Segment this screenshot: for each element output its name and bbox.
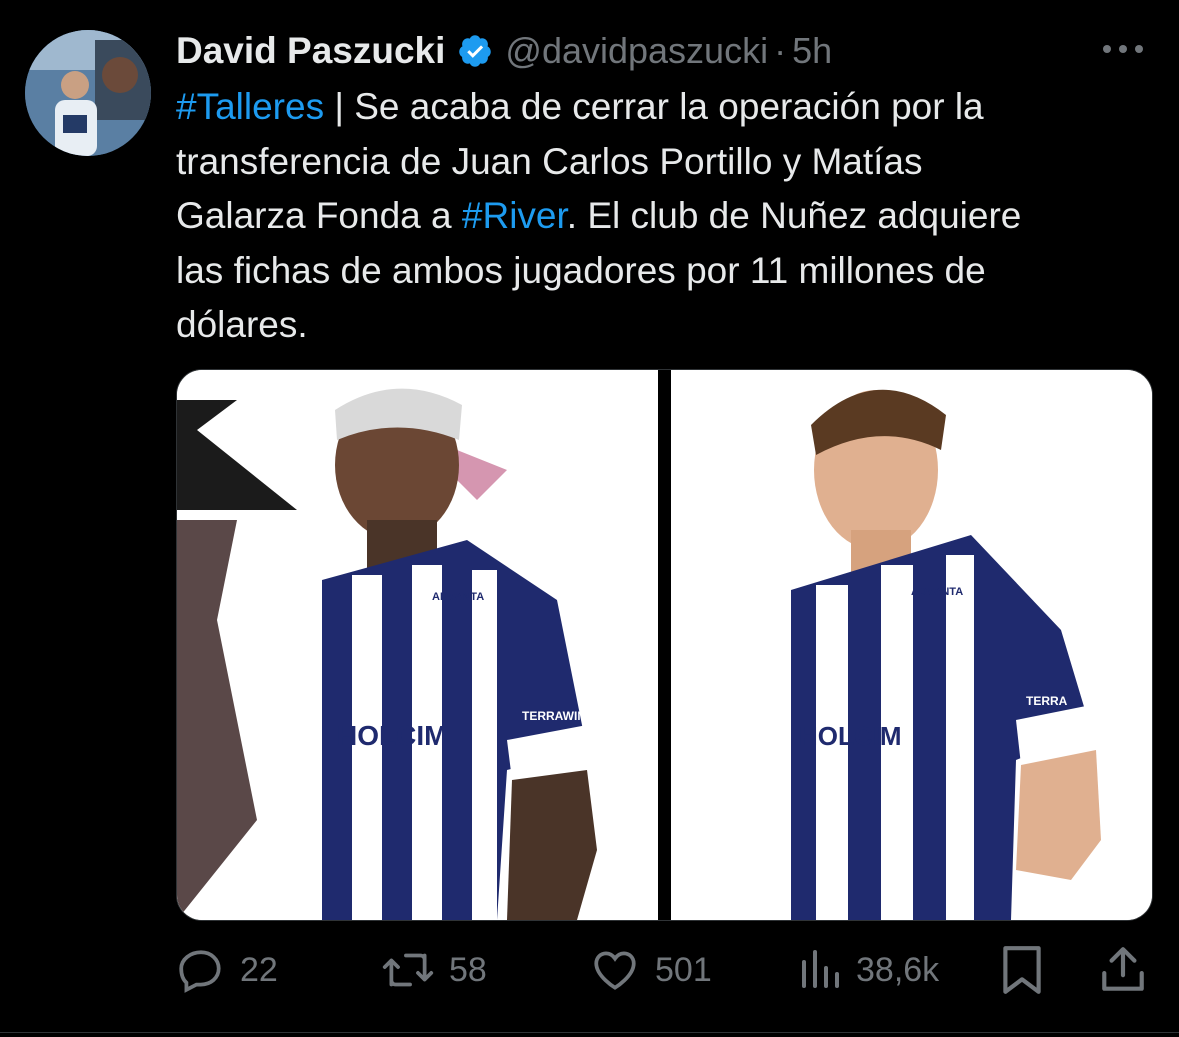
reply-count: 22 xyxy=(240,950,278,989)
views-count: 38,6k xyxy=(856,950,940,989)
hashtag-link[interactable]: #Talleres xyxy=(176,86,324,127)
verified-badge-icon xyxy=(457,33,493,69)
tweet-header: David Paszucki @davidpaszucki · 5h xyxy=(176,26,1151,76)
retweet-button[interactable]: 58 xyxy=(381,940,487,1000)
bookmark-button[interactable] xyxy=(999,940,1045,1000)
views-button[interactable]: 38,6k xyxy=(798,940,939,1000)
jersey-sponsor: HOLCIM xyxy=(799,721,902,751)
tweet-text-line: las fichas de ambos jugadores por 11 mil… xyxy=(176,249,986,291)
chest-sponsor: ADVANTA xyxy=(911,586,963,598)
views-icon xyxy=(798,945,842,995)
author-name[interactable]: David Paszucki xyxy=(176,30,445,72)
more-icon[interactable] xyxy=(1098,36,1148,62)
tweet-time[interactable]: 5h xyxy=(792,30,832,72)
like-icon xyxy=(589,945,641,995)
tweet-text-line: #Talleres | Se acaba de cerrar la operac… xyxy=(176,86,984,127)
author-avatar[interactable] xyxy=(25,30,151,156)
media-image-portillo[interactable]: HOLCIM TERRAWIND ADVANTA xyxy=(177,370,658,920)
retweet-icon xyxy=(381,945,435,995)
reply-button[interactable]: 22 xyxy=(176,940,278,1000)
share-button[interactable] xyxy=(1098,940,1148,1000)
share-icon xyxy=(1098,944,1148,996)
sleeve-sponsor: TERRAWIND xyxy=(522,709,595,723)
like-count: 501 xyxy=(655,950,712,989)
tweet-text-line: Galarza Fonda a #River. El club de Nuñez… xyxy=(176,195,1022,236)
sleeve-sponsor: TERRA xyxy=(1026,694,1068,708)
tweet-media: HOLCIM TERRAWIND ADVANTA HOLCIM TERRA AD… xyxy=(176,369,1153,921)
tweet-text: #Talleres | Se acaba de cerrar la operac… xyxy=(176,80,1161,353)
reply-icon xyxy=(176,945,226,995)
tweet-text-line: dólares. xyxy=(176,304,308,345)
tweet-actions: 22 58 501 38,6k xyxy=(176,940,1151,1000)
hashtag-link[interactable]: #River xyxy=(462,195,567,236)
chest-sponsor: ADVANTA xyxy=(432,591,484,603)
tweet-text-line: transferencia de Juan Carlos Portillo y … xyxy=(176,140,923,182)
bottom-divider xyxy=(0,1032,1179,1033)
jersey-sponsor: HOLCIM xyxy=(337,720,447,751)
bookmark-icon xyxy=(999,943,1045,997)
retweet-count: 58 xyxy=(449,950,487,989)
like-button[interactable]: 501 xyxy=(589,940,712,1000)
media-divider xyxy=(658,370,671,920)
time-separator: · xyxy=(774,30,787,71)
media-image-galarza[interactable]: HOLCIM TERRA ADVANTA xyxy=(671,370,1152,920)
author-handle[interactable]: @davidpaszucki xyxy=(505,30,768,72)
